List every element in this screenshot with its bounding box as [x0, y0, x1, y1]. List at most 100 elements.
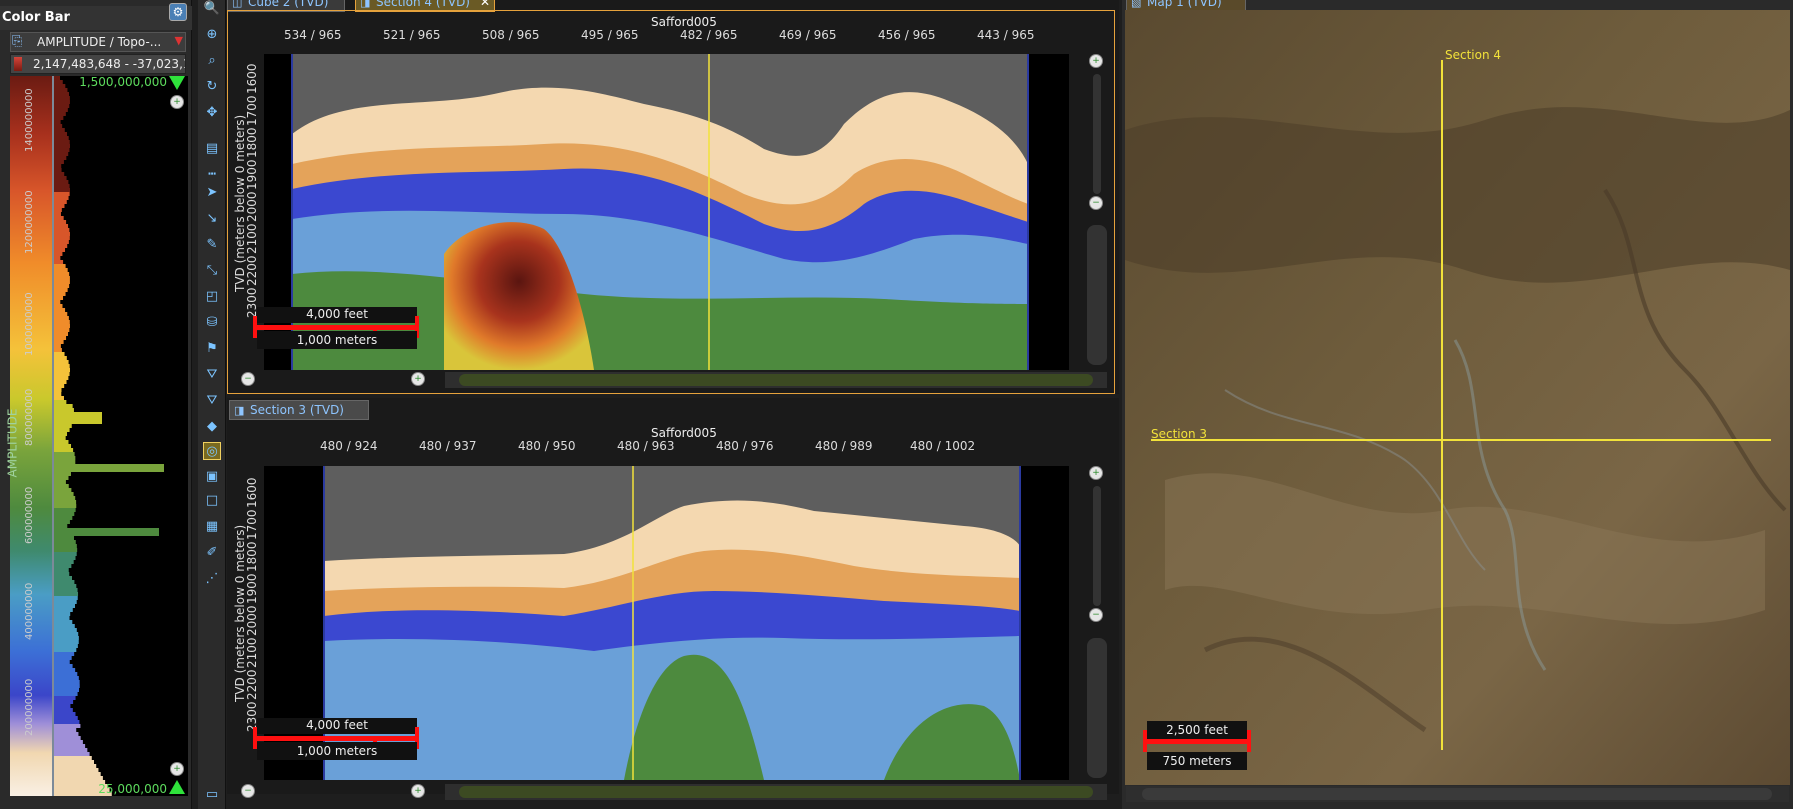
histogram-bar [54, 444, 72, 448]
zoom-in-icon[interactable]: + [1089, 54, 1103, 68]
scroll-thumb[interactable] [459, 374, 1093, 386]
tab-section3[interactable]: ◨ Section 3 (TVD) [229, 400, 369, 420]
vertical-zoom-slider[interactable] [1093, 74, 1101, 194]
zoom-in-icon[interactable]: + [1089, 466, 1103, 480]
layers-icon[interactable]: ▤ [203, 140, 221, 158]
ruler-icon[interactable]: ✐ [203, 544, 221, 562]
settings-icon[interactable]: ▦ [203, 518, 221, 536]
zoom-box-icon[interactable]: ⊕ [203, 26, 221, 44]
ruler-icon[interactable]: ⛛ [203, 392, 221, 410]
scroll-thumb[interactable] [459, 786, 1093, 798]
min-handle[interactable] [169, 780, 185, 794]
chevron-down-icon[interactable]: ▼ [175, 34, 183, 47]
y-tick: 1600 [245, 477, 259, 508]
settings-icon[interactable]: ▣ [203, 468, 221, 486]
map-horizontal-scrollbar[interactable] [1126, 786, 1789, 802]
histogram-bar [54, 368, 70, 372]
zoom-out-icon[interactable]: − [1089, 608, 1103, 622]
histogram-bar [54, 340, 64, 344]
scale-tick [1247, 730, 1251, 752]
histogram-bar [54, 584, 77, 588]
y-tick: 2000 [245, 191, 259, 222]
pan-icon[interactable]: ⤡ [203, 262, 221, 280]
y-tick: 1900 [245, 159, 259, 190]
histogram-bar [54, 648, 77, 652]
zoom-in-icon[interactable]: + [170, 762, 184, 776]
y-tick: 2200 [245, 255, 259, 286]
layers-icon[interactable]: □ [203, 492, 221, 510]
rotate-icon[interactable]: ↻ [203, 78, 221, 96]
histogram-bar [54, 260, 64, 264]
histogram-bar [54, 168, 62, 172]
target-icon[interactable]: ◎ [203, 442, 221, 460]
colorbar-settings-button[interactable]: ⚙ [169, 3, 187, 21]
histogram-bar [54, 360, 69, 364]
histogram-bar [54, 384, 65, 388]
inline-tick: 469 / 965 [779, 28, 837, 42]
vertical-zoom-slider[interactable] [1093, 486, 1101, 606]
attribute-select[interactable]: AMPLITUDE / Topo-... [10, 32, 186, 52]
histogram-bar [54, 428, 70, 432]
pointer-icon[interactable]: ➤ [203, 184, 221, 202]
horizontal-zoom-slider[interactable] [241, 370, 387, 386]
zoom-out-icon[interactable]: − [241, 372, 255, 386]
histogram-bar [54, 564, 72, 568]
histogram-bar [54, 504, 77, 508]
ruler-icon[interactable]: ┅ [203, 166, 221, 184]
histogram-bar [54, 148, 70, 152]
zoom-in-icon[interactable]: + [170, 95, 184, 109]
info-icon[interactable]: ◰ [203, 288, 221, 306]
zoom-in-icon[interactable]: + [411, 784, 425, 798]
histogram-bar [54, 100, 70, 104]
histogram-bar [54, 756, 92, 760]
histogram-bar [54, 156, 67, 160]
scroll-thumb[interactable] [1142, 788, 1772, 800]
histogram-bar [54, 76, 60, 80]
satellite-map-view[interactable]: Section 4 Section 3 2,500 feet 750 meter… [1125, 10, 1790, 785]
histogram-bar [54, 440, 69, 444]
well-label: Safford005 [651, 426, 717, 440]
layers-icon[interactable]: ⚑ [203, 340, 221, 358]
zoom-icon[interactable]: 🔍 [203, 0, 221, 18]
layers-icon[interactable]: ⛁ [203, 314, 221, 332]
section3-line[interactable] [1151, 439, 1771, 441]
y-tick: 2100 [245, 637, 259, 668]
info-icon[interactable]: ▭ [203, 786, 221, 804]
histogram-bar [54, 724, 81, 728]
histogram-bar [54, 508, 76, 512]
zoom-icon[interactable]: ⌕ [203, 52, 221, 70]
histogram-bar [54, 252, 63, 256]
histogram-bar [54, 748, 88, 752]
zoom-in-icon[interactable]: + [411, 372, 425, 386]
pointer-icon[interactable]: ↘ [203, 210, 221, 228]
histogram-bar [54, 716, 78, 720]
amplitude-histogram [52, 76, 188, 796]
vertical-scrollbar[interactable] [1087, 225, 1107, 365]
horizontal-scrollbar[interactable] [445, 784, 1107, 800]
pan-icon[interactable]: ✥ [203, 104, 221, 122]
ruler-icon[interactable]: ⋰ [203, 570, 221, 588]
max-handle[interactable] [169, 76, 185, 90]
colorbar-tick: 1200000000 [24, 190, 35, 254]
histogram-bar [54, 608, 73, 612]
section4-line[interactable] [1441, 60, 1443, 750]
histogram-bar [54, 264, 66, 268]
info-icon[interactable]: ◆ [203, 418, 221, 436]
ruler-icon[interactable]: ⛛ [203, 366, 221, 384]
histogram-bar [54, 604, 76, 608]
vertical-scrollbar[interactable] [1087, 638, 1107, 778]
histogram-bar [54, 380, 67, 384]
histogram-bar [54, 376, 69, 380]
scale-meters: 1,000 meters [257, 742, 417, 760]
crossline-tick: 480 / 924 [320, 439, 378, 453]
histogram-bar [54, 108, 68, 112]
colorbar-min-value[interactable]: 25,000,000 [98, 782, 167, 796]
colorbar-max-value[interactable]: 1,500,000,000 [79, 75, 167, 89]
colorbar-title: Color Bar [0, 6, 192, 30]
settings-icon[interactable]: ✎ [203, 236, 221, 254]
histogram-bar [54, 232, 70, 236]
zoom-out-icon[interactable]: − [241, 784, 255, 798]
range-field[interactable]: 2,147,483,648 - -37,023,128 [10, 54, 186, 74]
zoom-out-icon[interactable]: − [1089, 196, 1103, 210]
horizontal-scrollbar[interactable] [445, 372, 1107, 388]
